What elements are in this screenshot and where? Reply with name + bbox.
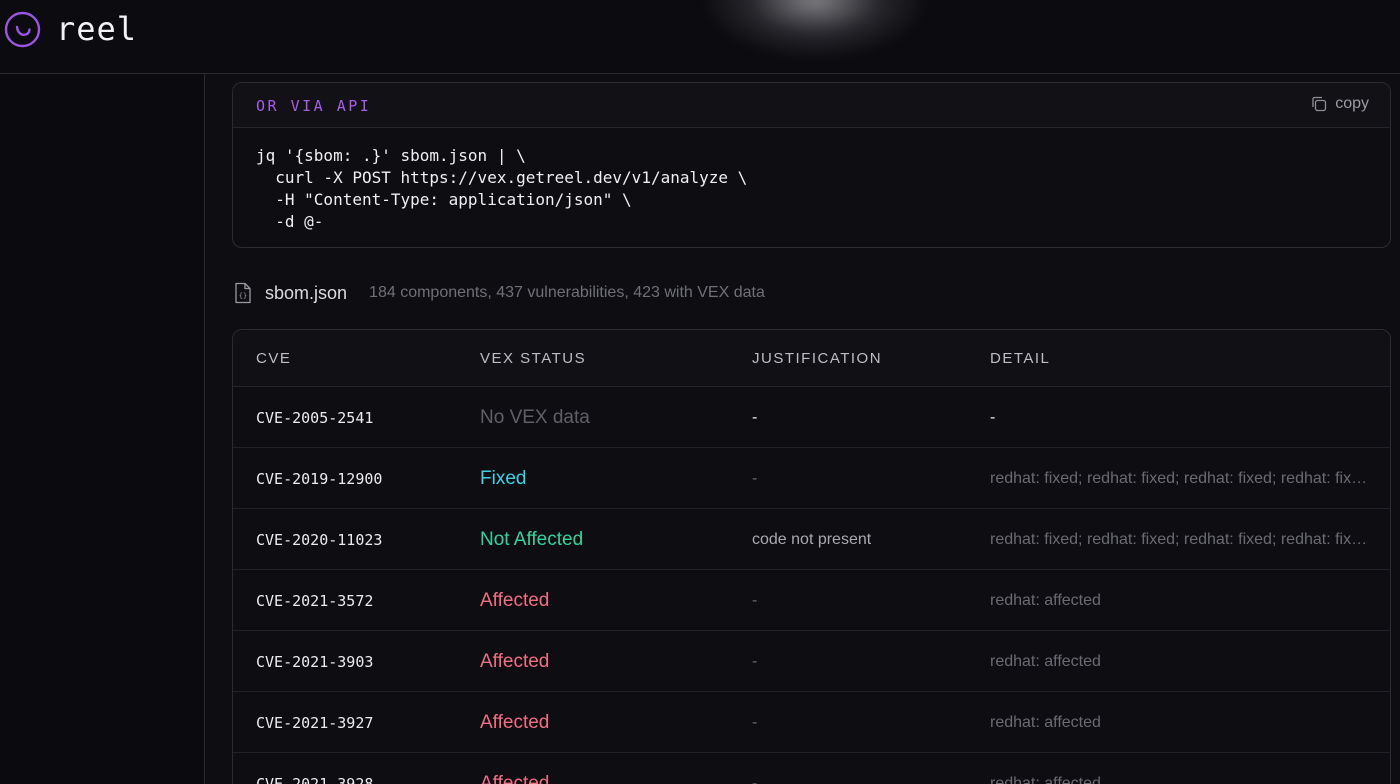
justification: - xyxy=(752,714,758,731)
vex-status: Affected xyxy=(480,651,550,672)
table-row[interactable]: CVE-2021-3928 Affected - redhat: affecte… xyxy=(233,753,1390,784)
copy-label: copy xyxy=(1335,95,1369,112)
table-row[interactable]: CVE-2021-3572 Affected - redhat: affecte… xyxy=(233,570,1390,631)
detail: redhat: affected xyxy=(990,775,1101,784)
table-row[interactable]: CVE-2021-3927 Affected - redhat: affecte… xyxy=(233,692,1390,753)
detail: redhat: fixed; redhat: fixed; redhat: fi… xyxy=(990,531,1368,548)
brand-name: reel xyxy=(56,10,138,48)
table-row[interactable]: CVE-2005-2541 No VEX data - - xyxy=(233,387,1390,448)
detail: redhat: fixed; redhat: fixed; redhat: fi… xyxy=(990,470,1368,487)
cve-id: CVE-2021-3928 xyxy=(256,775,374,784)
detail: redhat: affected xyxy=(990,592,1101,609)
col-header-detail[interactable]: DETAIL xyxy=(990,350,1050,367)
header-glow xyxy=(700,0,930,60)
vex-status: Affected xyxy=(480,712,550,733)
table-row[interactable]: CVE-2019-12900 Fixed - redhat: fixed; re… xyxy=(233,448,1390,509)
cve-id: CVE-2019-12900 xyxy=(256,470,383,488)
detail: - xyxy=(990,409,996,426)
file-name: sbom.json xyxy=(265,282,348,303)
copy-button[interactable]: copy xyxy=(1311,95,1369,113)
table-header: CVE VEX STATUS JUSTIFICATION DETAIL xyxy=(233,330,1390,387)
vex-status: No VEX data xyxy=(480,407,590,428)
json-file-icon: {} xyxy=(235,282,251,304)
main-content: OR VIA API copy jq '{sbom: .}' sbom.json… xyxy=(205,74,1400,784)
col-header-cve[interactable]: CVE xyxy=(256,350,291,367)
table-row[interactable]: CVE-2020-11023 Not Affected code not pre… xyxy=(233,509,1390,570)
api-card-header: OR VIA API copy xyxy=(233,83,1390,128)
col-header-justification[interactable]: JUSTIFICATION xyxy=(752,350,882,367)
file-summary: {} sbom.json 184 components, 437 vulnera… xyxy=(234,282,765,304)
file-stats: 184 components, 437 vulnerabilities, 423… xyxy=(369,284,765,301)
justification: - xyxy=(752,775,758,784)
vex-status: Fixed xyxy=(480,468,527,489)
justification: - xyxy=(752,470,758,487)
justification: - xyxy=(752,409,758,426)
cve-id: CVE-2021-3903 xyxy=(256,653,374,671)
top-bar: reel xyxy=(0,0,1400,74)
copy-icon xyxy=(1312,96,1327,112)
api-code-block[interactable]: jq '{sbom: .}' sbom.json | \ curl -X POS… xyxy=(233,128,1390,233)
cve-id: CVE-2021-3927 xyxy=(256,714,374,732)
api-card-title: OR VIA API xyxy=(256,97,372,115)
col-header-vex-status[interactable]: VEX STATUS xyxy=(480,350,586,367)
justification: - xyxy=(752,653,758,670)
svg-text:{}: {} xyxy=(239,292,247,300)
justification: code not present xyxy=(752,531,872,548)
reel-logo-icon xyxy=(4,11,41,48)
brand[interactable]: reel xyxy=(4,11,137,48)
detail: redhat: affected xyxy=(990,714,1101,731)
detail: redhat: affected xyxy=(990,653,1101,670)
justification: - xyxy=(752,592,758,609)
vex-status: Affected xyxy=(480,773,550,784)
vex-status: Affected xyxy=(480,590,550,611)
page: reel OR VIA API copy jq '{sbom: .}' sbom… xyxy=(0,0,1400,784)
api-card: OR VIA API copy jq '{sbom: .}' sbom.json… xyxy=(232,82,1391,248)
vex-table: CVE VEX STATUS JUSTIFICATION DETAIL CVE-… xyxy=(232,329,1391,784)
sidebar xyxy=(0,74,205,784)
vex-status: Not Affected xyxy=(480,529,584,550)
table-row[interactable]: CVE-2021-3903 Affected - redhat: affecte… xyxy=(233,631,1390,692)
cve-id: CVE-2020-11023 xyxy=(256,531,383,549)
cve-id: CVE-2021-3572 xyxy=(256,592,374,610)
cve-id: CVE-2005-2541 xyxy=(256,409,374,427)
